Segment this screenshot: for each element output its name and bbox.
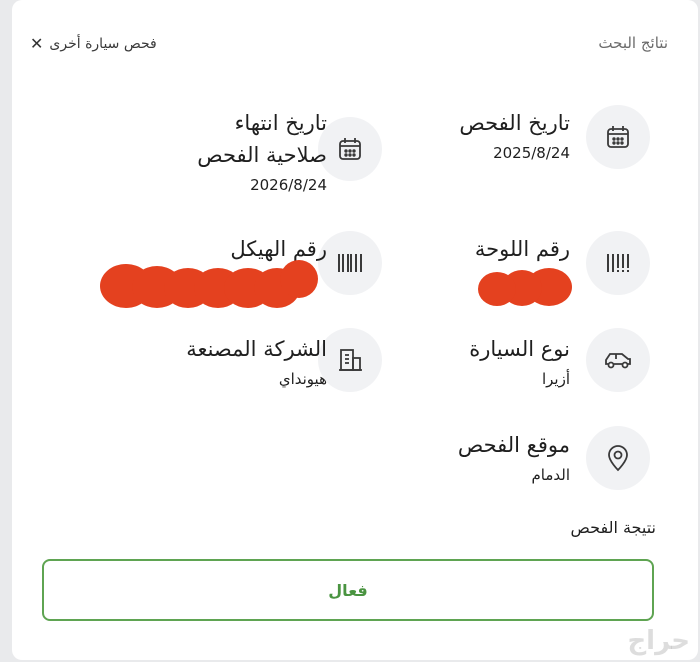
- expiry-date-label-line1: تاريخ انتهاء: [234, 111, 327, 135]
- watermark-logo: حراج: [627, 626, 690, 656]
- inspection-result-value: فعال: [328, 580, 368, 600]
- manufacturer-label: الشركة المصنعة: [186, 337, 327, 361]
- plate-number-field: رقم اللوحة: [352, 228, 672, 308]
- expiry-date-value: 2026/8/24: [250, 176, 327, 194]
- chassis-barcode-icon: [318, 231, 382, 295]
- vehicle-type-field: نوع السيارة أزيرا: [352, 328, 672, 408]
- inspection-date-field: تاريخ الفحص 2025/8/24: [352, 100, 672, 180]
- inspection-date-label: تاريخ الفحص: [459, 111, 570, 135]
- check-another-car-button[interactable]: فحص سيارة أخرى ✕: [30, 34, 157, 53]
- header: نتائج البحث فحص سيارة أخرى ✕: [12, 34, 698, 58]
- car-icon: [586, 328, 650, 392]
- results-card: نتائج البحث فحص سيارة أخرى ✕ تاريخ الفحص…: [12, 0, 698, 660]
- plate-number-label: رقم اللوحة: [474, 237, 570, 261]
- chassis-number-redaction: [280, 260, 318, 298]
- page-title: نتائج البحث: [598, 34, 668, 52]
- manufacturer-field: الشركة المصنعة هيونداي: [22, 328, 382, 408]
- inspection-location-value: الدمام: [531, 466, 570, 484]
- expiry-date-field: تاريخ انتهاء صلاحية الفحص 2026/8/24: [22, 100, 382, 200]
- calendar-icon: [318, 117, 382, 181]
- inspection-result-label: نتيجة الفحص: [570, 518, 656, 537]
- chassis-number-field: رقم الهيكل: [22, 228, 382, 318]
- check-another-car-label: فحص سيارة أخرى: [49, 35, 157, 52]
- location-pin-icon: [586, 426, 650, 490]
- inspection-location-field: موقع الفحص الدمام: [352, 426, 672, 506]
- close-icon: ✕: [30, 34, 44, 53]
- vehicle-type-label: نوع السيارة: [469, 337, 570, 361]
- inspection-location-label: موقع الفحص: [457, 433, 570, 457]
- chassis-number-label: رقم الهيكل: [230, 237, 327, 261]
- plate-barcode-icon: [586, 231, 650, 295]
- building-icon: [318, 328, 382, 392]
- manufacturer-value: هيونداي: [278, 370, 327, 388]
- inspection-date-value: 2025/8/24: [493, 144, 570, 162]
- expiry-date-label-line2: صلاحية الفحص: [197, 143, 327, 167]
- vehicle-type-value: أزيرا: [541, 370, 570, 388]
- calendar-icon: [586, 105, 650, 169]
- inspection-result-box: فعال: [42, 559, 654, 621]
- plate-number-redaction: [478, 272, 516, 306]
